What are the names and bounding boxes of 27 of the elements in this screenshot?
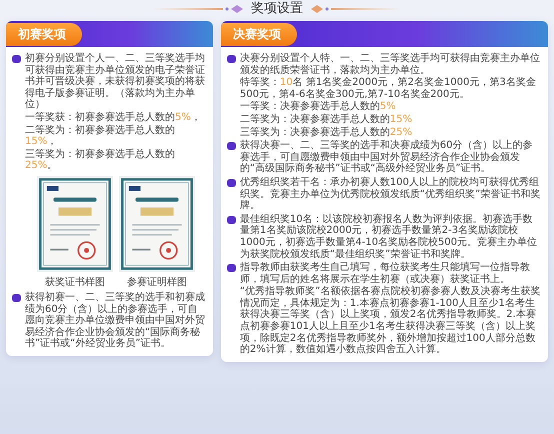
- bullet-icon: [226, 55, 236, 63]
- paragraph: “优秀指导教师奖”名额依据各赛点院校初赛参赛人数及决赛考生获奖情况而定，具体规定为：1.本赛点初赛参赛1-100人且至少1名考生获得决赛三等奖（含）以上奖项，颁发2名优秀指导教师奖。2.本赛点初赛参赛101人以上且至少1名考生获得决赛三等奖（含）以上奖项，除既定2名优秀指导教师奖外，额外增加按超过100人部分总数的2%计算，数值如遇小数点按四舍五入计算。: [240, 286, 542, 356]
- paragraph: 决赛分别设置个人特、一、二、三等奖选手均可获得由竞赛主办单位颁发的纸质荣誉证书，落款均为主办单位。: [240, 53, 541, 76]
- paragraph: 指导教师由获奖考生自己填写，每位获奖考生只能填写一位指导教师，填写后的姓名将展示在学生初赛（或决赛）获奖证书上。: [240, 262, 531, 286]
- paragraph: 获得初赛一、二、三等奖的选手和初赛成绩为60分（含）以上的参赛选手，可自愿向竞赛主办单位缴费申领由中国对外贸易经济合作企业协会颁发的“国际商务秘书”证书或“外经贸业务员”证书。: [25, 292, 206, 350]
- bullet-icon: [12, 294, 21, 302]
- paragraph: 初赛分别设置个人一、二、三等奖选手均可获得由竞赛主办单位颁发的电子荣誉证书并可晋级决赛，未获得初赛奖项的将获得电子版参赛证明。（落款均为主办单位）: [25, 53, 206, 111]
- figure-caption: 获奖证书样图: [44, 276, 105, 289]
- paragraph: 特等奖：10名 第1名奖金2000元，第2名奖金1000元，第3名奖金500元，第4-6名奖金300元,第7-10名奖金200元。: [240, 77, 537, 100]
- paragraph: 一等奖：决赛参赛选手总人数的5%: [240, 101, 396, 113]
- paragraph: 二等奖为：决赛参赛选手总人数的15%: [240, 114, 412, 126]
- paragraph: 二等奖为：初赛参赛选手总人数的 15%，: [25, 124, 176, 148]
- card-title: 初赛奖项: [6, 22, 82, 46]
- bullet-icon: [226, 142, 236, 150]
- figure-caption: 参赛证明样图: [126, 276, 187, 289]
- paragraph: 三等奖为：初赛参赛选手总人数的 25%。: [25, 148, 176, 172]
- bullet-icon: [226, 216, 236, 224]
- bullet-icon: [226, 264, 236, 272]
- bullet-icon: [226, 178, 236, 187]
- paragraph: 三等奖为：决赛参赛选手总人数的25%: [240, 126, 412, 138]
- paragraph: 一等奖获：初赛参赛选手总人数的5%，: [25, 112, 201, 124]
- card-title: 决赛奖项: [220, 22, 297, 46]
- paragraph: 优秀组织奖若干名：承办初赛人数100人以上的院校均可获得优秀组织奖。竞赛主办单位为优秀院校颁发纸质“优秀组织奖”荣誉证书和奖牌。: [240, 176, 542, 212]
- section-title: 奖项设置: [251, 0, 303, 18]
- paragraph: 获得决赛一、二、三等奖的选手和决赛成绩为60分（含）以上的参赛选手，可自愿缴费申领由中国对外贸易经济合作企业协会颁发的“高级国际商务秘书”证书或“高级外经贸业务员”证书。: [240, 140, 534, 175]
- paragraph: 最佳组织奖10名：以该院校初赛报名人数为评判依据。初赛选手数量第1名奖励该院校2000元，初赛选手数量第2-3名奖励该院校1000元，初赛选手数量第4-10名奖励各院校500元。竞赛主办单位为获奖院校颁发纸质“最佳组织奖”荣誉证书和奖牌。: [240, 214, 538, 260]
- bullet-icon: [12, 55, 21, 63]
